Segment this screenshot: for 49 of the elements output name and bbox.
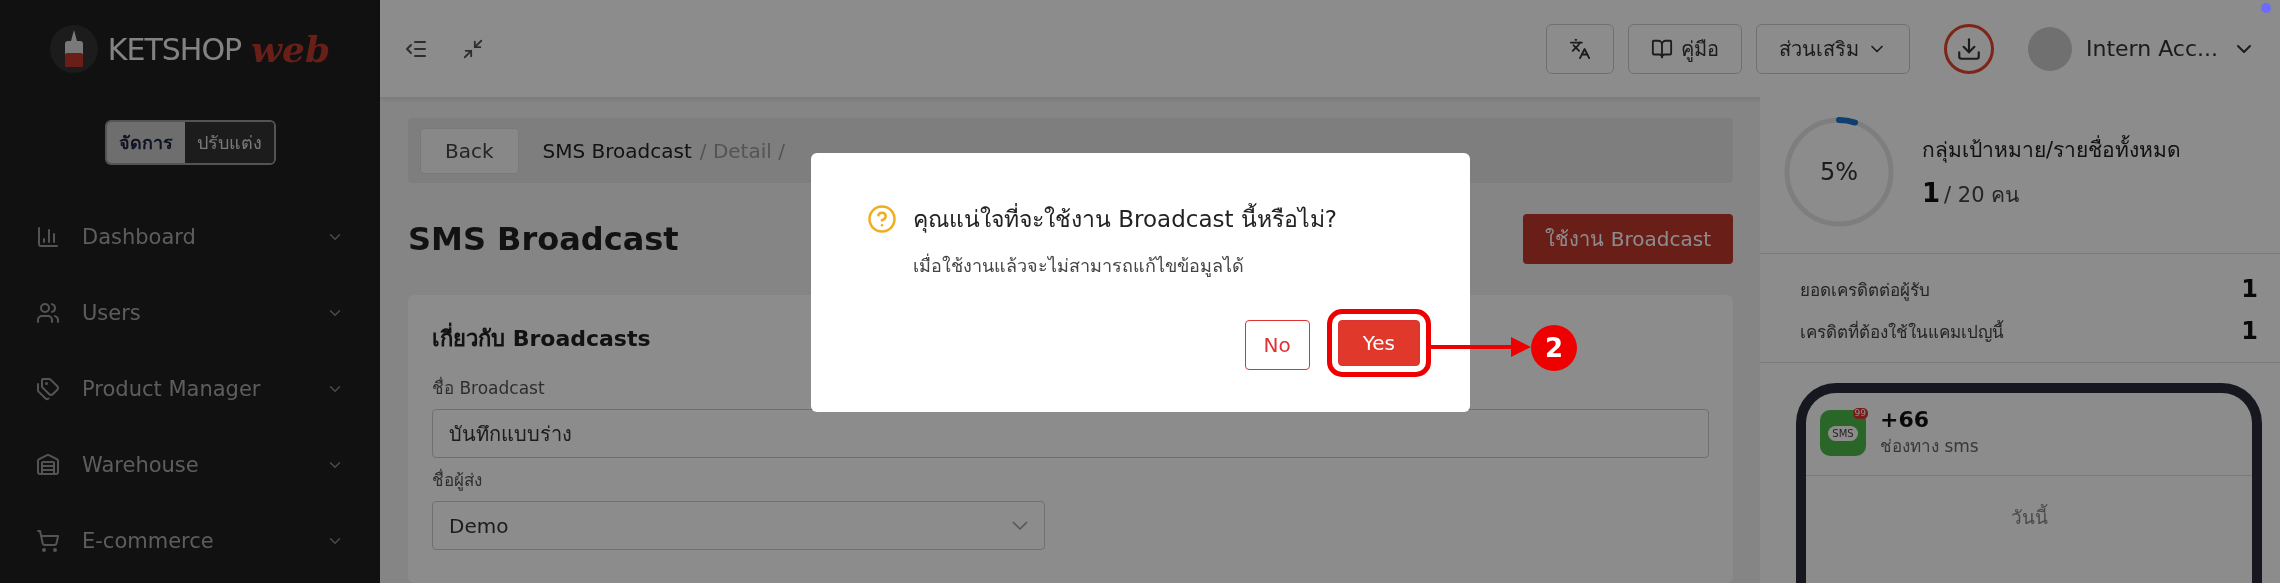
dialog-title: คุณแน่ใจที่จะใช้งาน Broadcast นี้หรือไม่? bbox=[913, 201, 1338, 237]
dialog-message: เมื่อใช้งานแล้วจะไม่สามารถแก้ไขข้อมูลได้ bbox=[913, 252, 1245, 279]
indicator-dot-icon bbox=[2261, 3, 2271, 13]
field-label: ชื่อ Broadcast bbox=[432, 375, 546, 400]
bottle-logo-icon bbox=[49, 25, 98, 73]
translate-button[interactable] bbox=[1545, 23, 1614, 74]
stat-label: เครดิตที่ต้องใช้ในแคมเปญนี้ bbox=[1800, 319, 2004, 344]
mode-tab[interactable]: ปรับแต่ง bbox=[184, 122, 274, 163]
addons-dropdown[interactable]: ส่วนเสริม bbox=[1755, 23, 1910, 74]
channel-label: ช่องทาง sms bbox=[1880, 435, 1979, 458]
brand-suffix: web bbox=[251, 28, 331, 70]
download-icon bbox=[1955, 35, 1982, 62]
sender-select[interactable]: Demo bbox=[432, 501, 1045, 550]
menu-item[interactable]: Users bbox=[82, 301, 304, 325]
sms-app-icon: SMS 99 bbox=[1820, 410, 1866, 456]
translate-icon bbox=[1568, 37, 1591, 60]
question-icon bbox=[867, 204, 897, 234]
menu-item[interactable]: Dashboard bbox=[82, 225, 304, 249]
recipient-count: 1 bbox=[1922, 178, 1941, 208]
users-icon bbox=[36, 301, 60, 325]
warehouse-icon bbox=[36, 453, 60, 477]
sender-number: +66 bbox=[1880, 407, 1931, 432]
chevron-icon bbox=[1012, 521, 1028, 530]
page-title: SMS Broadcast bbox=[408, 220, 680, 258]
menu-item[interactable]: Warehouse bbox=[82, 453, 304, 477]
date-label: วันนี้ bbox=[2009, 503, 2049, 530]
cart-icon bbox=[36, 529, 60, 553]
menu-item[interactable]: E-commerce bbox=[82, 529, 304, 553]
recipient-total: / 20 คน bbox=[1944, 182, 2020, 209]
exit-fullscreen-icon[interactable] bbox=[462, 37, 484, 60]
mode-tab[interactable]: จัดการ bbox=[106, 122, 185, 163]
section-heading: เกี่ยวกับ Broadcasts bbox=[432, 321, 651, 356]
tags-icon bbox=[36, 377, 60, 401]
back-button[interactable]: Back bbox=[420, 127, 519, 174]
menu-item[interactable]: Product Manager bbox=[82, 377, 304, 401]
target-title: กลุ่มเป้าหมาย/รายชื่อทั้งหมด bbox=[1922, 133, 2182, 166]
stat-label: ยอดเครดิตต่อผู้รับ bbox=[1800, 278, 1930, 303]
breadcrumb-item[interactable]: SMS Broadcast bbox=[542, 138, 692, 163]
guide-button[interactable]: คู่มือ bbox=[1627, 23, 1742, 74]
user-name[interactable]: Intern Acc... bbox=[2085, 36, 2218, 61]
activate-button[interactable]: ใช้งาน Broadcast bbox=[1523, 214, 1733, 264]
chart-icon bbox=[36, 225, 60, 249]
stat-value: 1 bbox=[2241, 275, 2258, 303]
book-icon bbox=[1650, 37, 1673, 60]
cancel-button[interactable]: No bbox=[1244, 320, 1310, 370]
brand-name: KETSHOP bbox=[107, 31, 242, 67]
stat-value: 1 bbox=[2241, 317, 2258, 345]
field-label: ชื่อผู้ส่ง bbox=[432, 467, 483, 493]
progress-reading: 5% bbox=[1818, 157, 1860, 188]
